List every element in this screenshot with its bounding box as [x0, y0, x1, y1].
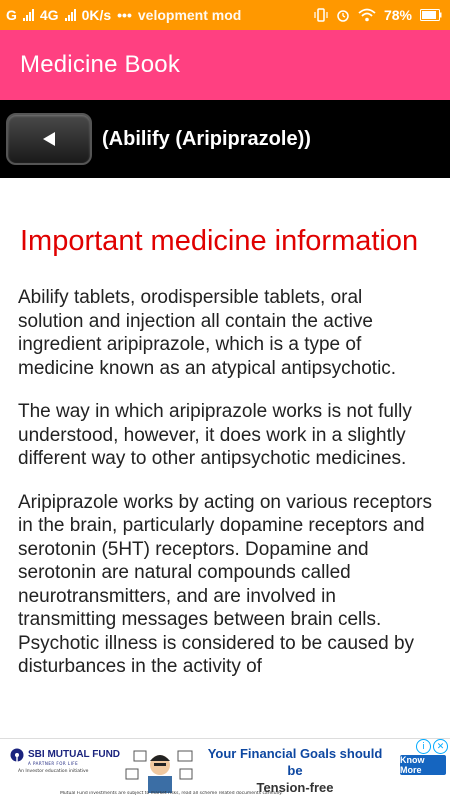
- ad-headline: Your Financial Goals should be Tension-f…: [200, 745, 390, 796]
- play-left-icon: [43, 132, 55, 146]
- status-bar: G 4G 0K/s ••• velopment mod 78%: [0, 0, 450, 30]
- paragraph: The way in which aripiprazole works is n…: [18, 401, 412, 469]
- back-button[interactable]: [6, 113, 92, 165]
- signal-icon: [22, 9, 34, 21]
- ad-illustration: [125, 750, 193, 793]
- paragraph: Aripiprazole works by acting on various …: [18, 491, 432, 678]
- network-speed: 0K/s: [81, 7, 112, 23]
- signal-icon-2: [64, 9, 76, 21]
- ad-brand: SBI MUTUAL FUND: [28, 749, 121, 760]
- ad-headline-line1: Your Financial Goals should be: [207, 746, 383, 778]
- more-notifications-icon: •••: [117, 7, 132, 23]
- know-more-button[interactable]: Know More: [400, 755, 446, 775]
- carrier-label: G: [6, 7, 17, 23]
- ad-tagline: A PARTNER FOR LIFE: [28, 761, 79, 766]
- ad-banner[interactable]: SBI MUTUAL FUND A PARTNER FOR LIFE An In…: [0, 738, 450, 801]
- ad-info-icon[interactable]: i: [416, 739, 431, 754]
- ad-close-icon[interactable]: ✕: [433, 739, 448, 754]
- wifi-icon: [358, 8, 376, 22]
- network-type: 4G: [39, 7, 59, 23]
- medicine-title: (Abilify (Aripiprazole)): [102, 127, 311, 150]
- app-title: Medicine Book: [20, 51, 181, 78]
- section-heading: Important medicine information: [20, 225, 419, 257]
- vibrate-icon: [314, 8, 328, 22]
- paragraph: Abilify tablets, orodispersible tablets,…: [18, 287, 397, 379]
- battery-percent: 78%: [383, 7, 412, 23]
- sbi-logo: SBI MUTUAL FUND A PARTNER FOR LIFE An In…: [8, 747, 121, 787]
- medicine-content[interactable]: Important medicine information Abilify t…: [0, 178, 450, 738]
- alarm-icon: [337, 10, 349, 22]
- sbi-logo-icon: [10, 748, 24, 762]
- battery-icon: [420, 9, 442, 21]
- ad-subtag: An Investor education initiative: [18, 769, 89, 774]
- medicine-header-bar: (Abilify (Aripiprazole)): [0, 100, 450, 178]
- app-bar: Medicine Book: [0, 30, 450, 100]
- notification-text: velopment mod: [137, 7, 242, 23]
- ad-controls: i ✕: [416, 739, 448, 754]
- ad-disclaimer: Mutual Fund investments are subject to m…: [60, 791, 283, 796]
